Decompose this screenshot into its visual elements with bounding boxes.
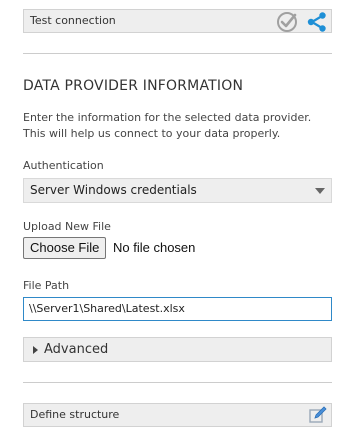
define-structure-label: Define structure [30, 408, 120, 421]
choose-file-button[interactable]: Choose File [23, 237, 107, 259]
bottom-divider [23, 382, 332, 383]
file-status: No file chosen [113, 240, 196, 255]
chevron-right-icon [33, 346, 38, 354]
test-connection-label: Test connection [30, 14, 116, 27]
section-description: Enter the information for the selected d… [23, 111, 312, 140]
file-path-label: File Path [23, 279, 70, 292]
section-title: DATA PROVIDER INFORMATION [23, 78, 244, 94]
chevron-down-icon [315, 188, 325, 194]
test-connection-button[interactable]: Test connection [23, 9, 332, 33]
edit-pencil-icon[interactable] [309, 406, 327, 428]
authentication-value: Server Windows credentials [30, 183, 197, 197]
authentication-select[interactable]: Server Windows credentials [23, 178, 332, 203]
upload-label: Upload New File [23, 220, 111, 233]
check-circle-icon[interactable] [276, 11, 298, 37]
authentication-label: Authentication [23, 159, 104, 172]
file-path-input[interactable]: \\Server1\Shared\Latest.xlsx [23, 297, 332, 321]
advanced-label: Advanced [44, 342, 109, 357]
top-divider [23, 53, 332, 54]
define-structure-button[interactable]: Define structure [23, 403, 332, 427]
advanced-toggle[interactable]: Advanced [23, 337, 332, 362]
share-nodes-icon[interactable] [306, 11, 328, 37]
